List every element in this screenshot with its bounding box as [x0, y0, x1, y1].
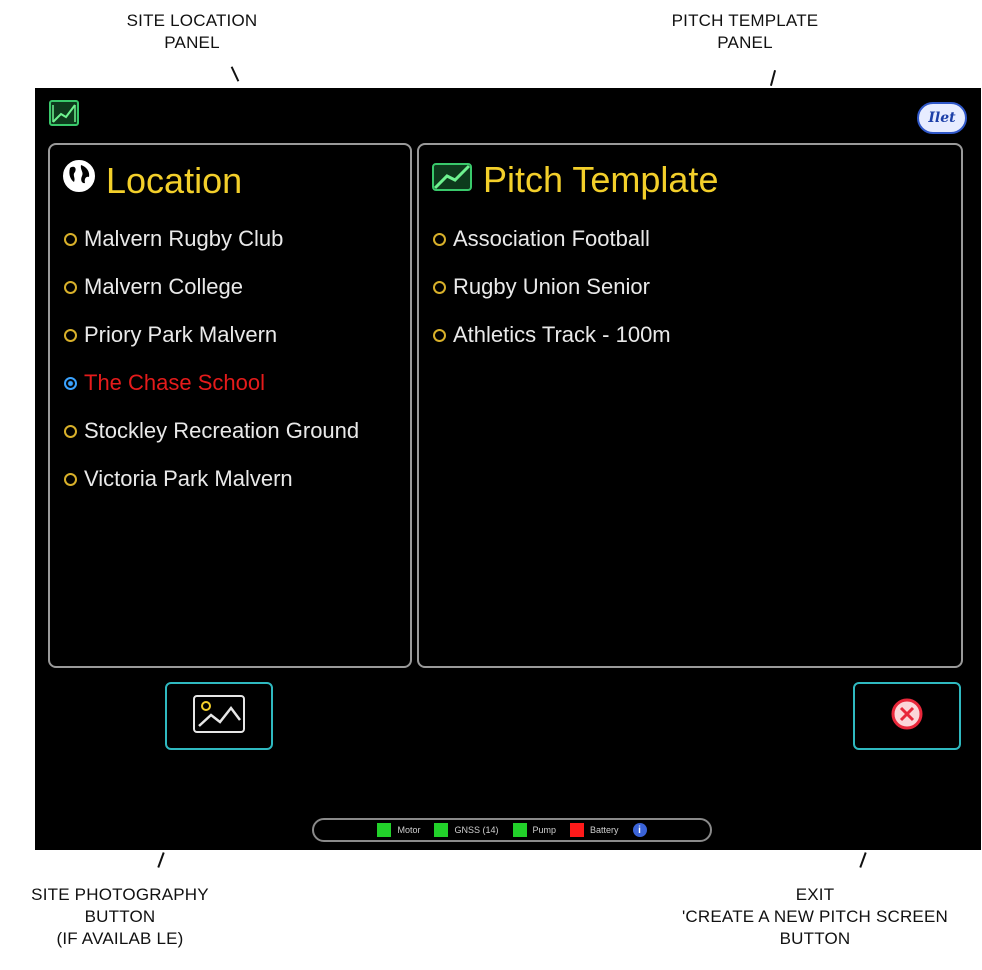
pitch-template-item-label: Athletics Track - 100m — [453, 322, 671, 347]
location-item-label: Stockley Recreation Ground — [84, 418, 360, 443]
callout-leader — [859, 852, 867, 868]
status-label: Battery — [590, 825, 619, 835]
pitch-map-icon-svg — [52, 104, 76, 123]
pitch-map-icon[interactable] — [49, 100, 79, 126]
close-circle-icon-svg — [891, 698, 923, 729]
close-circle-icon — [890, 697, 924, 736]
callout-line: BUTTON — [779, 929, 851, 948]
callout-pitch-template: PITCH TEMPLATE PANEL — [630, 10, 860, 54]
pitch-template-panel-title: Pitch Template — [483, 159, 719, 200]
radio-button-selected[interactable] — [64, 376, 77, 390]
pitch-template-item-label: Rugby Union Senior — [453, 274, 650, 299]
brand-logo-text: Ilet — [928, 110, 956, 126]
status-indicator — [512, 823, 527, 837]
location-item[interactable]: Priory Park Malvern — [64, 311, 406, 359]
location-panel: Location Malvern Rugby Club Malvern Coll… — [48, 143, 412, 668]
pitch-map-icon — [431, 159, 473, 201]
callout-line: PANEL — [164, 33, 220, 52]
callout-line: BUTTON — [84, 907, 156, 926]
location-item[interactable]: Malvern Rugby Club — [64, 215, 406, 263]
pitch-template-item[interactable]: Association Football — [433, 215, 957, 263]
radio-button[interactable] — [433, 232, 446, 246]
location-item-selected[interactable]: The Chase School — [64, 359, 406, 407]
radio-button[interactable] — [433, 328, 446, 342]
callout-line: 'CREATE A NEW PITCH SCREEN — [681, 907, 948, 926]
exit-button[interactable] — [853, 682, 961, 750]
callout-exit: EXIT 'CREATE A NEW PITCH SCREEN BUTTON — [650, 884, 980, 950]
callout-line: SITE PHOTOGRAPHY — [31, 885, 209, 904]
callout-site-photography: SITE PHOTOGRAPHY BUTTON (IF AVAILAB LE) — [0, 884, 240, 950]
pitch-template-item[interactable]: Rugby Union Senior — [433, 263, 957, 311]
callout-line: PITCH TEMPLATE — [671, 11, 819, 30]
callout-line: EXIT — [795, 885, 835, 904]
photo-icon-svg — [193, 694, 245, 733]
pitch-template-panel: Pitch Template Association Football Rugb… — [417, 143, 963, 668]
radio-button[interactable] — [64, 232, 77, 246]
info-icon[interactable]: i — [632, 823, 647, 837]
device-screen: Ilet Location Malvern Rugby Club Malvern… — [35, 88, 981, 850]
radio-button[interactable] — [64, 328, 77, 342]
callout-leader — [230, 66, 240, 82]
radio-button[interactable] — [64, 424, 77, 438]
callout-line: PANEL — [717, 33, 773, 52]
status-indicator — [434, 823, 449, 837]
location-panel-header: Location — [62, 159, 242, 202]
status-pump: Pump — [512, 823, 557, 837]
status-indicator — [377, 823, 392, 837]
location-item-label: Malvern Rugby Club — [84, 226, 284, 251]
location-item[interactable]: Victoria Park Malvern — [64, 455, 406, 503]
globe-icon — [62, 159, 96, 202]
callout-line: (IF AVAILAB LE) — [56, 929, 184, 948]
pitch-map-icon-svg — [432, 163, 472, 191]
location-panel-title: Location — [106, 159, 243, 201]
status-motor: Motor — [377, 823, 420, 837]
callout-leader — [769, 70, 777, 86]
pitch-template-panel-header: Pitch Template — [431, 159, 718, 201]
pitch-template-item-label: Association Football — [453, 226, 650, 251]
location-item[interactable]: Stockley Recreation Ground — [64, 407, 406, 455]
location-list: Malvern Rugby Club Malvern College Prior… — [64, 215, 406, 503]
site-photography-button[interactable] — [165, 682, 273, 750]
status-label: Motor — [397, 825, 421, 835]
pitch-template-item[interactable]: Athletics Track - 100m — [433, 311, 957, 359]
radio-button[interactable] — [64, 280, 77, 294]
callout-leader — [157, 852, 165, 868]
status-battery: Battery — [570, 823, 619, 837]
location-item-label: The Chase School — [84, 370, 265, 395]
callout-line: SITE LOCATION — [126, 11, 258, 30]
location-item-label: Priory Park Malvern — [84, 322, 278, 347]
status-indicator — [570, 823, 585, 837]
callout-site-location: SITE LOCATION PANEL — [92, 10, 292, 54]
status-bar: Motor GNSS (14) Pump Battery i — [312, 818, 712, 842]
radio-button[interactable] — [64, 472, 77, 486]
brand-logo: Ilet — [917, 102, 967, 134]
location-item-label: Malvern College — [84, 274, 243, 299]
status-gnss: GNSS (14) — [434, 823, 499, 837]
photo-icon — [193, 694, 245, 738]
pitch-template-list: Association Football Rugby Union Senior … — [433, 215, 957, 359]
radio-button[interactable] — [433, 280, 446, 294]
location-item[interactable]: Malvern College — [64, 263, 406, 311]
globe-icon-svg — [63, 160, 95, 192]
location-item-label: Victoria Park Malvern — [84, 466, 293, 491]
status-label: Pump — [532, 825, 557, 835]
status-label: GNSS (14) — [454, 825, 499, 835]
